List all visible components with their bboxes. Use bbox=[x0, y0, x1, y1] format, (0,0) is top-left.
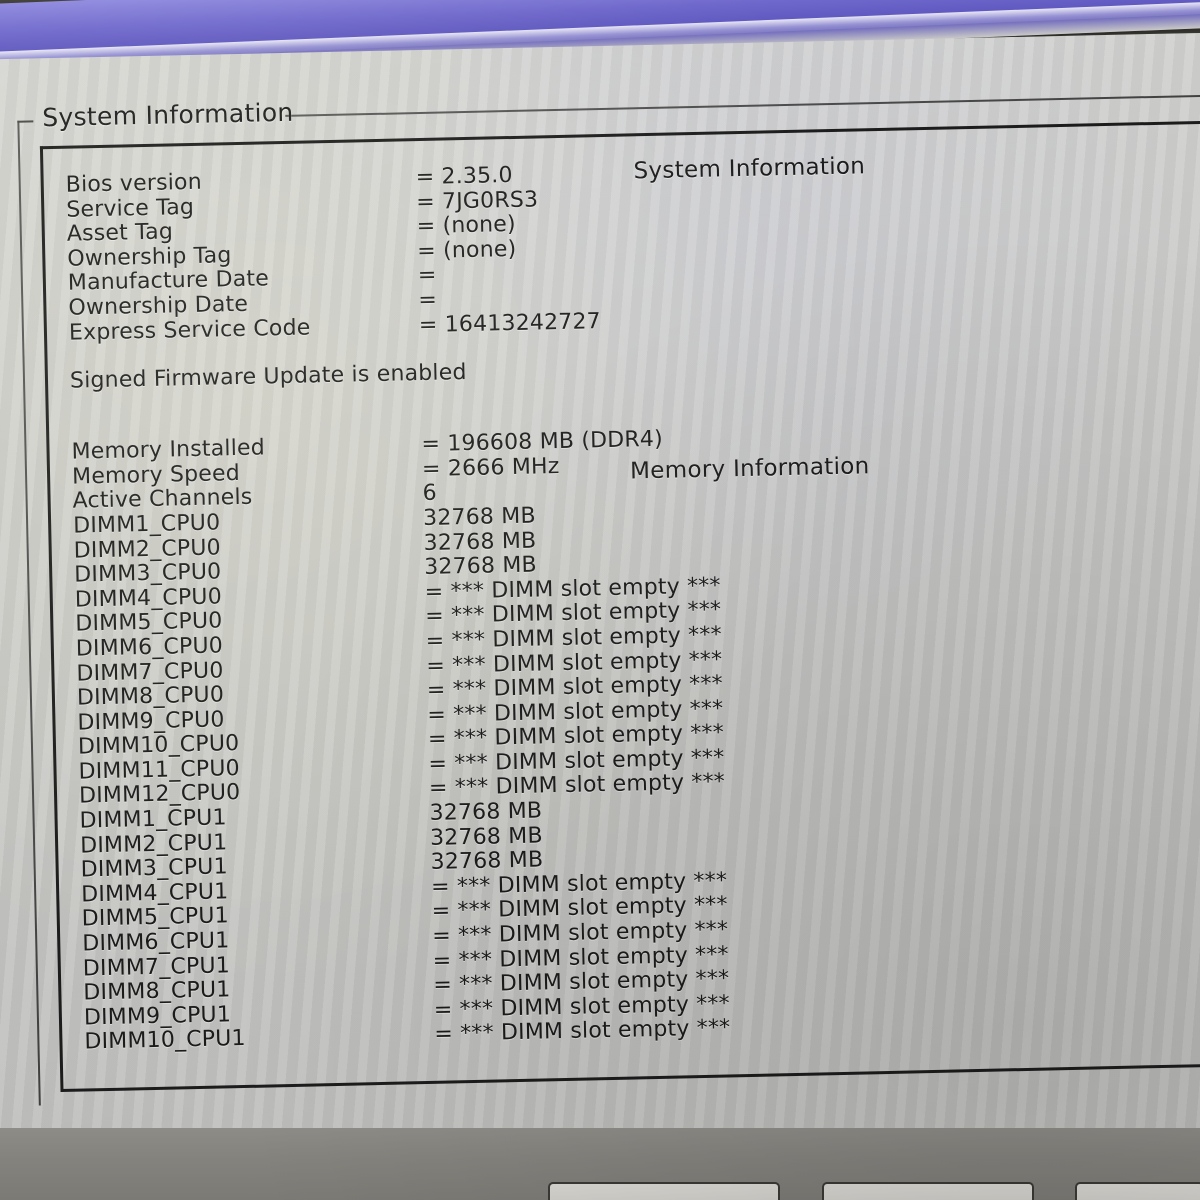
memory-information-list: Memory Installed = 196608 MB (DDR4) Memory… bbox=[71, 415, 1200, 1055]
bios-action-button-2[interactable] bbox=[822, 1182, 1034, 1200]
groupbox-border-left bbox=[17, 120, 41, 1106]
groupbox-border-top-right bbox=[285, 93, 1200, 117]
content-frame: System Information Memory Information Bi… bbox=[39, 119, 1200, 1093]
bios-action-button-3[interactable] bbox=[1075, 1182, 1200, 1200]
system-information-groupbox: System Information System Information Me… bbox=[17, 93, 1200, 1106]
bios-action-button-1[interactable] bbox=[548, 1182, 780, 1200]
groupbox-border-top-left bbox=[17, 120, 34, 123]
groupbox-label: System Information bbox=[41, 97, 294, 133]
screenshot-stage: System Information System Information Me… bbox=[0, 0, 1200, 1200]
system-information-list: Bios version = 2.35.0 Service Tag = 7JG0RS3… bbox=[65, 147, 1200, 345]
information-rows: Bios version = 2.35.0 Service Tag = 7JG0RS3… bbox=[65, 147, 1200, 1055]
bios-screen: System Information System Information Me… bbox=[0, 31, 1200, 1187]
